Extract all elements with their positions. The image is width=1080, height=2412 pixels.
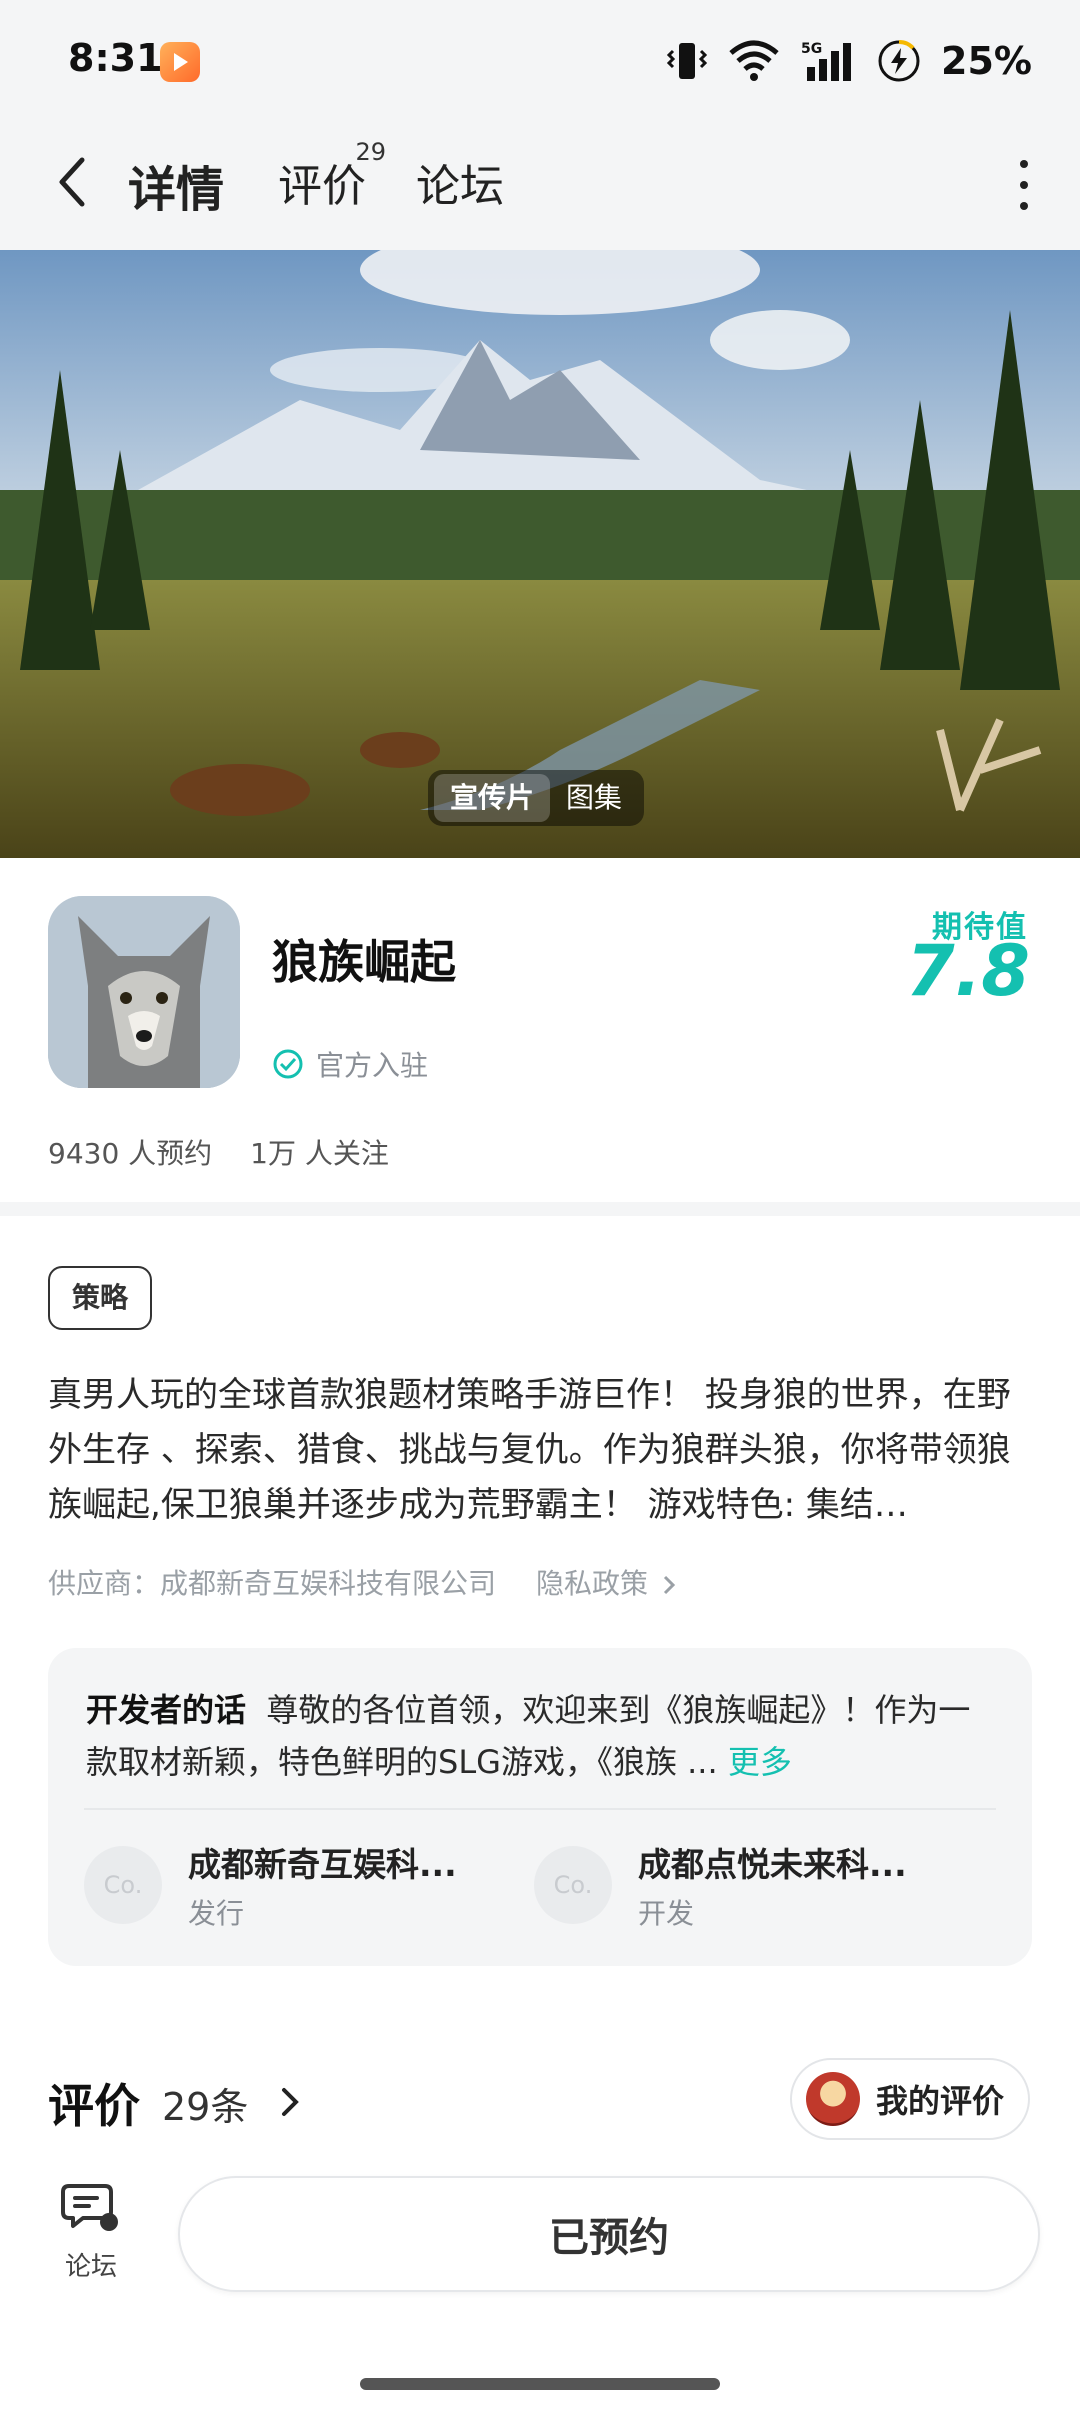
developer-role: 开发 (638, 1897, 695, 1930)
publisher-name: 成都新奇互娱科... (188, 1845, 457, 1884)
official-label: 官方入驻 (316, 1049, 429, 1082)
tab-reviews-label: 评价 (278, 161, 366, 212)
official-badge: 官方入驻 (272, 1044, 428, 1084)
reviews-count-badge: 29 (355, 138, 386, 166)
status-time: 8:31 (68, 36, 163, 80)
chevron-right-icon (663, 1575, 676, 1595)
developer-divider (84, 1808, 996, 1810)
developer-name: 成都点悦未来科... (638, 1845, 907, 1884)
privacy-policy-label: 隐私政策 (536, 1567, 649, 1600)
app-stats: 9430 人预约 1万 人关注 (48, 1132, 389, 1172)
genre-tag[interactable]: 策略 (48, 1266, 153, 1330)
verified-check-icon (273, 1049, 303, 1079)
app-icon (48, 896, 240, 1088)
avatar (805, 2072, 860, 2126)
expectation-score: 7.8 (905, 930, 1030, 1012)
game-description[interactable]: 真男人玩的全球首款狼题材策略手游巨作！ 投身狼的世界，在野外生存 、探索、猎食、… (48, 1368, 1032, 1533)
tab-forum[interactable]: 论坛 (416, 150, 504, 214)
status-bar: 8:31 5G 25% (0, 0, 1080, 120)
privacy-policy-link[interactable]: 隐私政策 (536, 1562, 677, 1602)
hero-media-switch: 宣传片 图集 (428, 770, 645, 826)
video-app-icon (160, 42, 200, 82)
cellular-signal-icon: 5G (801, 41, 852, 81)
section-divider (0, 1202, 1080, 1216)
network-type-label: 5G (801, 41, 822, 57)
home-indicator[interactable] (360, 2378, 720, 2390)
tab-details[interactable]: 详情 (124, 150, 229, 220)
forum-chat-icon (61, 2184, 118, 2231)
supplier-info: 供应商：成都新奇互娱科技有限公司 隐私政策 (48, 1562, 677, 1602)
top-nav: 详情 评价 29 论坛 (0, 120, 1080, 250)
hero-landscape-image (0, 250, 1080, 858)
chevron-right-icon[interactable] (278, 2084, 302, 2120)
developer-more-link[interactable]: 更多 (728, 1743, 792, 1781)
my-review-button[interactable]: 我的评价 (789, 2058, 1030, 2140)
follower-count: 1万 人关注 (250, 1137, 389, 1170)
back-icon[interactable] (52, 152, 92, 212)
forum-button[interactable]: 论坛 (56, 2178, 126, 2283)
developer-heading: 开发者的话 (86, 1691, 247, 1729)
developer-card: 开发者的话 尊敬的各位首领，欢迎来到《狼族崛起》！作为一款取材新颖，特色鲜明的S… (48, 1648, 1032, 1966)
battery-charging-icon (878, 39, 920, 82)
developer-logo: Co. (534, 1846, 612, 1924)
reserved-button[interactable]: 已预约 (178, 2176, 1040, 2292)
supplier-text: 供应商：成都新奇互娱科技有限公司 (48, 1567, 497, 1600)
reservation-count: 9430 人预约 (48, 1137, 213, 1170)
reviews-title[interactable]: 评价 (48, 2070, 140, 2136)
tab-details-label: 详情 (128, 162, 225, 218)
battery-percentage: 25% (941, 39, 1032, 83)
app-name: 狼族崛起 (272, 935, 456, 989)
vibrate-icon (667, 43, 708, 79)
developer-company[interactable]: Co. 成都点悦未来科... 开发 (534, 1838, 907, 1932)
gallery-tab[interactable]: 图集 (550, 774, 638, 822)
tab-forum-label: 论坛 (416, 161, 504, 212)
tab-reviews[interactable]: 评价 29 (278, 138, 386, 214)
hero-media[interactable]: 宣传片 图集 (0, 250, 1080, 858)
more-options-icon[interactable] (1018, 160, 1030, 210)
wolf-icon (48, 896, 240, 1088)
wifi-icon (729, 40, 779, 81)
my-review-label: 我的评价 (875, 2082, 1004, 2120)
publisher-company[interactable]: Co. 成都新奇互娱科... 发行 (84, 1838, 457, 1932)
promo-video-tab[interactable]: 宣传片 (434, 774, 551, 822)
reviews-count[interactable]: 29条 (162, 2076, 248, 2131)
publisher-role: 发行 (188, 1897, 245, 1930)
forum-label: 论坛 (64, 2252, 117, 2282)
developer-message[interactable]: 开发者的话 尊敬的各位首领，欢迎来到《狼族崛起》！作为一款取材新颖，特色鲜明的S… (86, 1684, 998, 1788)
status-icons: 5G 25% (667, 36, 1032, 86)
publisher-logo: Co. (84, 1846, 162, 1924)
